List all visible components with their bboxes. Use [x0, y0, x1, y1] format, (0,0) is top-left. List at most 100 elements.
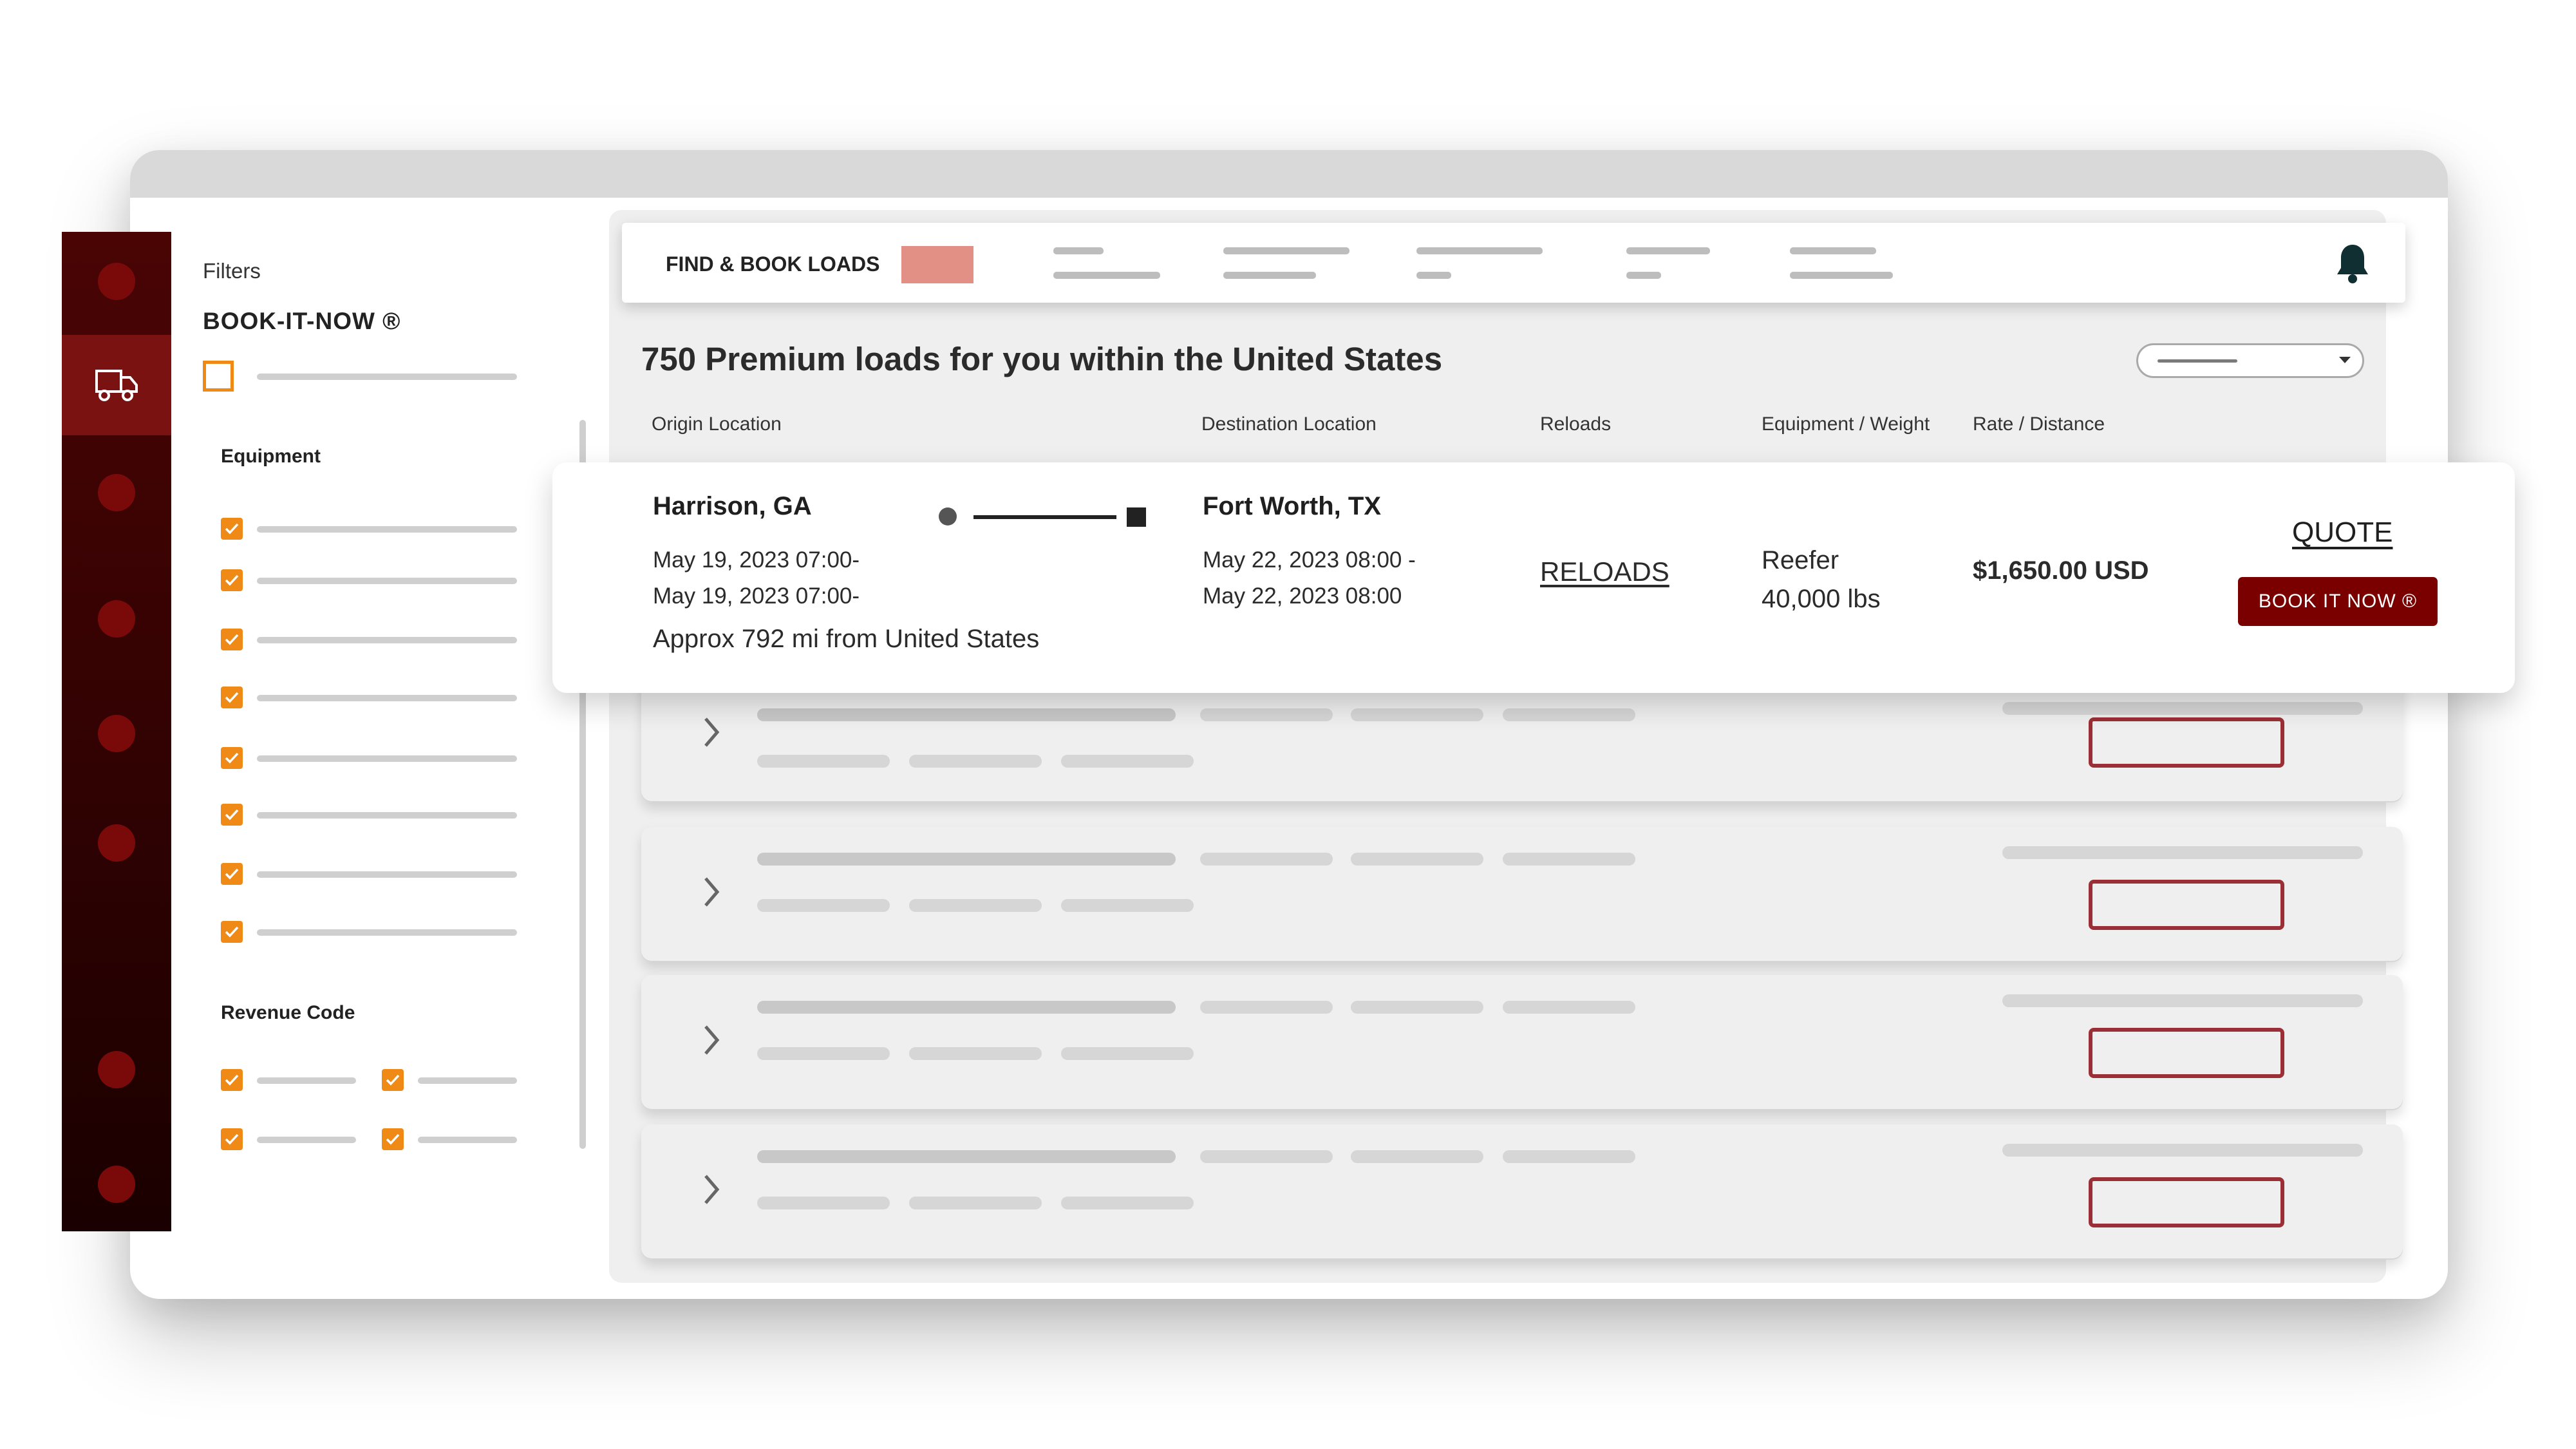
nav-item-4-icon[interactable]	[98, 600, 135, 638]
origin-city: Harrison, GA	[653, 492, 812, 520]
chevron-right-icon[interactable]	[691, 710, 730, 755]
equipment-option-placeholder	[257, 526, 517, 533]
equipment-checkbox[interactable]	[221, 921, 243, 943]
nav-link-placeholder[interactable]	[1790, 272, 1893, 279]
placeholder-action-button[interactable]	[2089, 880, 2284, 930]
equipment-option-placeholder	[257, 637, 517, 643]
nav-item-8-icon[interactable]	[98, 1166, 135, 1203]
equipment-option-placeholder	[257, 871, 517, 878]
destination-delivery-window-end: May 22, 2023 08:00	[1203, 583, 1402, 609]
placeholder-text	[2002, 994, 2363, 1007]
origin-pickup-window-end: May 19, 2023 07:00-	[653, 583, 860, 609]
placeholder-text	[757, 1150, 1176, 1163]
placeholder-text	[757, 708, 1176, 721]
placeholder-text	[909, 755, 1042, 768]
nav-link-placeholder[interactable]	[1416, 247, 1543, 254]
check-icon	[225, 1133, 239, 1145]
column-header-reloads[interactable]: Reloads	[1540, 413, 1611, 435]
nav-link-placeholder[interactable]	[1790, 247, 1876, 254]
placeholder-text	[1351, 1001, 1483, 1014]
revenue-code-checkbox[interactable]	[382, 1128, 404, 1150]
placeholder-text	[2002, 1144, 2363, 1157]
nav-link-placeholder[interactable]	[1626, 247, 1710, 254]
column-header-rate-distance[interactable]: Rate / Distance	[1973, 413, 2105, 435]
nav-item-5-icon[interactable]	[98, 715, 135, 752]
placeholder-text	[1200, 1150, 1333, 1163]
revenue-code-checkbox[interactable]	[221, 1069, 243, 1091]
column-header-origin[interactable]: Origin Location	[652, 413, 782, 435]
equipment-checkbox[interactable]	[221, 804, 243, 826]
load-card[interactable]: Harrison, GA May 19, 2023 07:00- May 19,…	[552, 462, 2515, 693]
equipment-filter-title: Equipment	[221, 446, 321, 467]
revenue-code-checkbox[interactable]	[382, 1069, 404, 1091]
find-book-loads-tab[interactable]: FIND & BOOK LOADS	[666, 252, 879, 276]
equipment-type: Reefer	[1762, 546, 1839, 574]
reloads-link[interactable]: RELOADS	[1540, 556, 1669, 587]
check-icon	[225, 1074, 239, 1086]
page-title: 750 Premium loads for you within the Uni…	[641, 341, 1443, 377]
nav-link-placeholder[interactable]	[1223, 272, 1316, 279]
nav-item-loads[interactable]	[62, 335, 171, 435]
origin-pickup-window-start: May 19, 2023 07:00-	[653, 547, 860, 573]
chevron-right-icon[interactable]	[691, 869, 730, 914]
placeholder-text	[1503, 1150, 1635, 1163]
chevron-right-icon[interactable]	[691, 1018, 730, 1063]
check-icon	[225, 574, 239, 586]
equipment-checkbox[interactable]	[221, 629, 243, 650]
load-row-placeholder[interactable]	[641, 827, 2403, 962]
equipment-checkbox[interactable]	[221, 863, 243, 885]
top-navigation-bar: FIND & BOOK LOADS	[622, 223, 2405, 303]
quote-link[interactable]: QUOTE	[2292, 516, 2393, 549]
placeholder-text	[1200, 708, 1333, 721]
equipment-option-placeholder	[257, 578, 517, 584]
placeholder-text	[757, 1197, 890, 1209]
nav-link-placeholder[interactable]	[1626, 272, 1661, 279]
revenue-code-filter-title: Revenue Code	[221, 1002, 355, 1023]
book-it-now-button[interactable]: BOOK IT NOW ®	[2238, 577, 2438, 626]
revenue-code-option-placeholder	[418, 1137, 517, 1143]
nav-link-placeholder[interactable]	[1053, 272, 1160, 279]
equipment-checkbox[interactable]	[221, 687, 243, 708]
placeholder-text	[1503, 1001, 1635, 1014]
chevron-down-icon	[2339, 357, 2351, 363]
placeholder-text	[757, 755, 890, 768]
placeholder-text	[2002, 846, 2363, 859]
equipment-checkbox[interactable]	[221, 518, 243, 540]
nav-item-7-icon[interactable]	[98, 1051, 135, 1088]
load-row-placeholder[interactable]	[641, 1124, 2403, 1260]
placeholder-action-button[interactable]	[2089, 1177, 2284, 1227]
nav-link-placeholder[interactable]	[1053, 247, 1104, 254]
placeholder-text	[757, 1047, 890, 1060]
placeholder-action-button[interactable]	[2089, 717, 2284, 768]
equipment-checkbox[interactable]	[221, 747, 243, 769]
placeholder-text	[1061, 755, 1194, 768]
placeholder-text	[1351, 853, 1483, 866]
nav-link-placeholder[interactable]	[1416, 272, 1451, 279]
nav-item-3-icon[interactable]	[98, 474, 135, 511]
placeholder-text	[757, 853, 1176, 866]
equipment-checkbox[interactable]	[221, 569, 243, 591]
column-header-destination[interactable]: Destination Location	[1201, 413, 1377, 435]
column-header-equipment-weight[interactable]: Equipment / Weight	[1762, 413, 1930, 435]
check-icon	[386, 1074, 400, 1086]
check-icon	[225, 809, 239, 820]
nav-link-placeholder[interactable]	[1223, 247, 1349, 254]
placeholder-text	[909, 1197, 1042, 1209]
revenue-code-checkbox[interactable]	[221, 1128, 243, 1150]
placeholder-action-button[interactable]	[2089, 1028, 2284, 1078]
book-it-now-filter-title: BOOK-IT-NOW ®	[203, 308, 401, 334]
nav-item-6-icon[interactable]	[98, 824, 135, 862]
destination-city: Fort Worth, TX	[1203, 492, 1381, 520]
load-weight: 40,000 lbs	[1762, 585, 1881, 613]
active-tab-indicator	[901, 246, 973, 283]
chevron-right-icon[interactable]	[691, 1167, 730, 1212]
nav-item-1-icon[interactable]	[98, 263, 135, 300]
notification-bell-icon[interactable]	[2335, 242, 2371, 285]
equipment-option-placeholder	[257, 929, 517, 936]
destination-delivery-window-start: May 22, 2023 08:00 -	[1203, 547, 1416, 573]
sort-dropdown[interactable]	[2136, 343, 2364, 378]
check-icon	[225, 752, 239, 764]
book-it-now-checkbox[interactable]	[203, 361, 234, 392]
load-row-placeholder[interactable]	[641, 975, 2403, 1110]
equipment-option-placeholder	[257, 812, 517, 819]
